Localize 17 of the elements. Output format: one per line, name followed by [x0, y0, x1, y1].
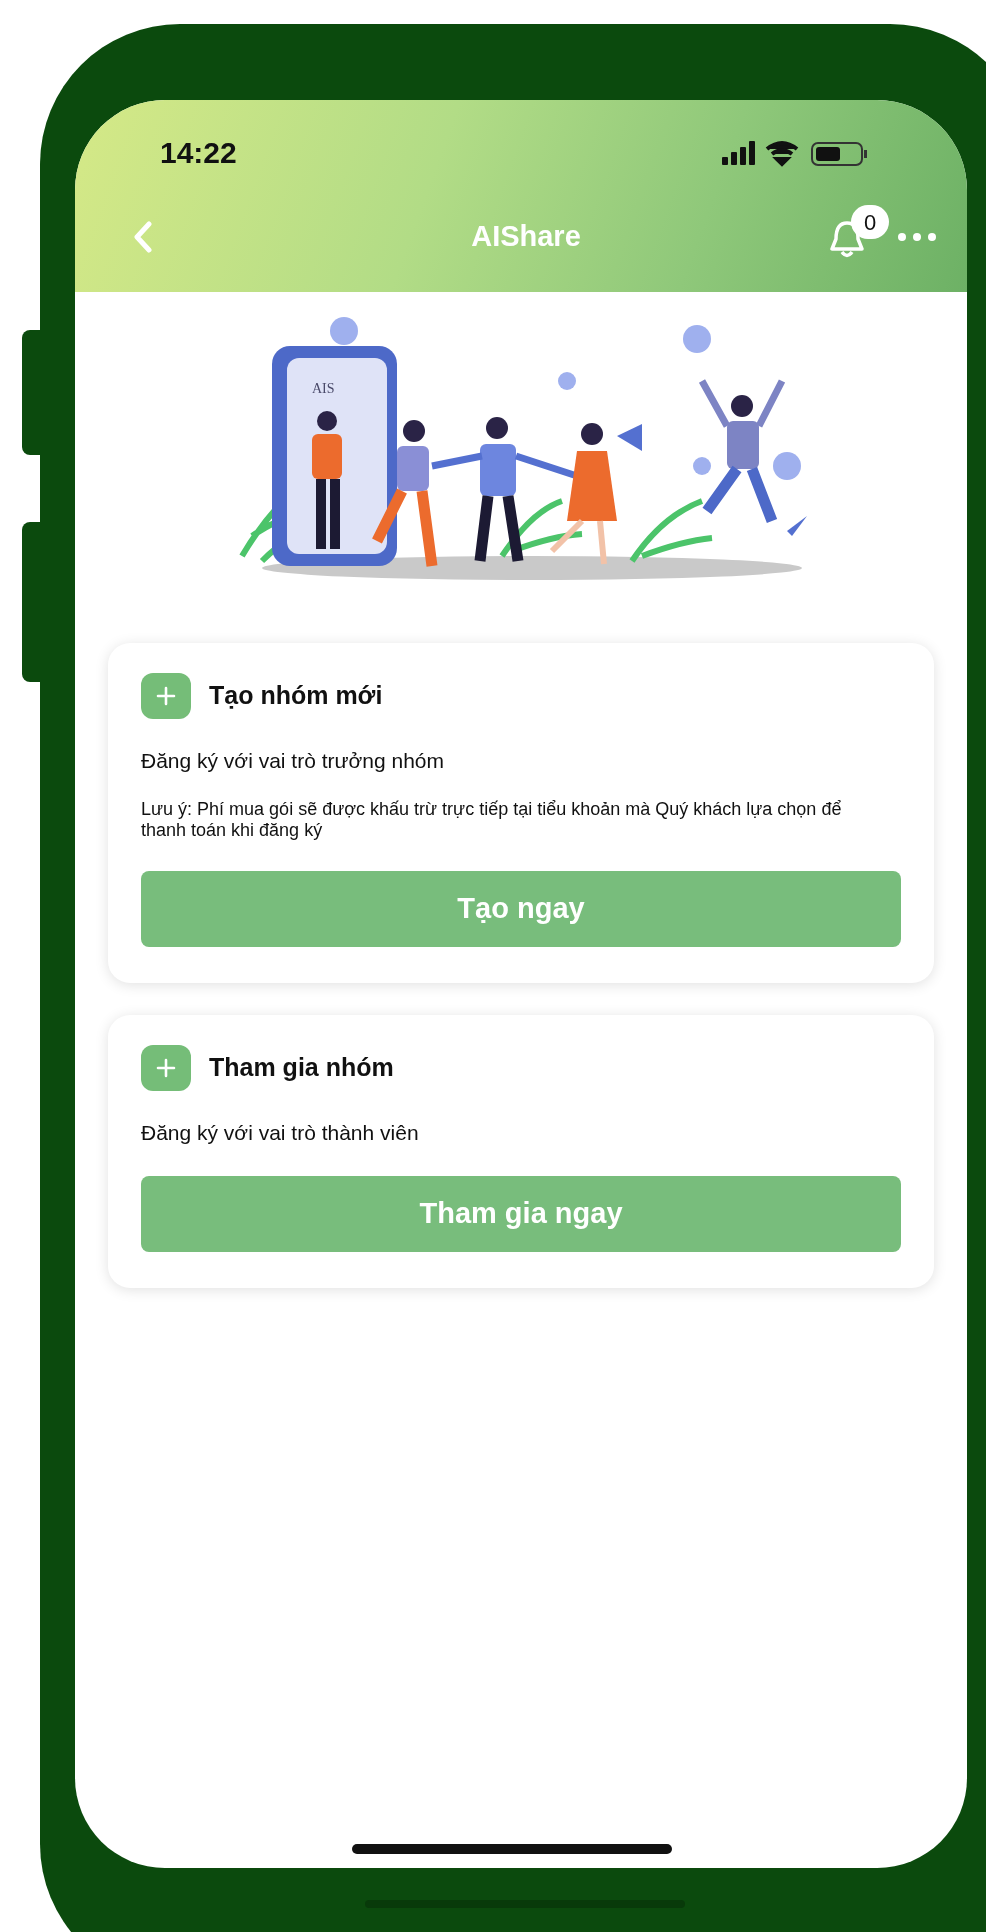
plus-icon: [141, 673, 191, 719]
card-subtitle: Đăng ký với vai trò trưởng nhóm: [141, 748, 446, 774]
logo-text: AIS: [312, 380, 335, 398]
status-time: 14:22: [160, 135, 237, 171]
card-subtitle: Đăng ký với vai trò thành viên: [141, 1119, 420, 1146]
note-text: Lưu ý: Phí mua gói sẽ được khấu trừ trực tiếp tại tiểu khoản mà Quý khách lựa chọn để thanh toán khi đăng ký: [141, 798, 843, 841]
card-title: Tạo nhóm mới: [209, 680, 383, 712]
more-icon: [897, 232, 937, 242]
page-title: AIShare: [470, 219, 582, 255]
notification-button[interactable]: 0: [829, 205, 891, 259]
back-icon: [133, 221, 153, 253]
card-title: Tham gia nhóm: [209, 1051, 394, 1083]
action-button[interactable]: Tham gia ngay: [141, 1176, 901, 1252]
notification-badge: 0: [851, 205, 889, 239]
action-button[interactable]: Tạo ngay: [141, 870, 901, 947]
bell-icon: [829, 219, 865, 259]
plus-icon: [141, 1044, 191, 1091]
